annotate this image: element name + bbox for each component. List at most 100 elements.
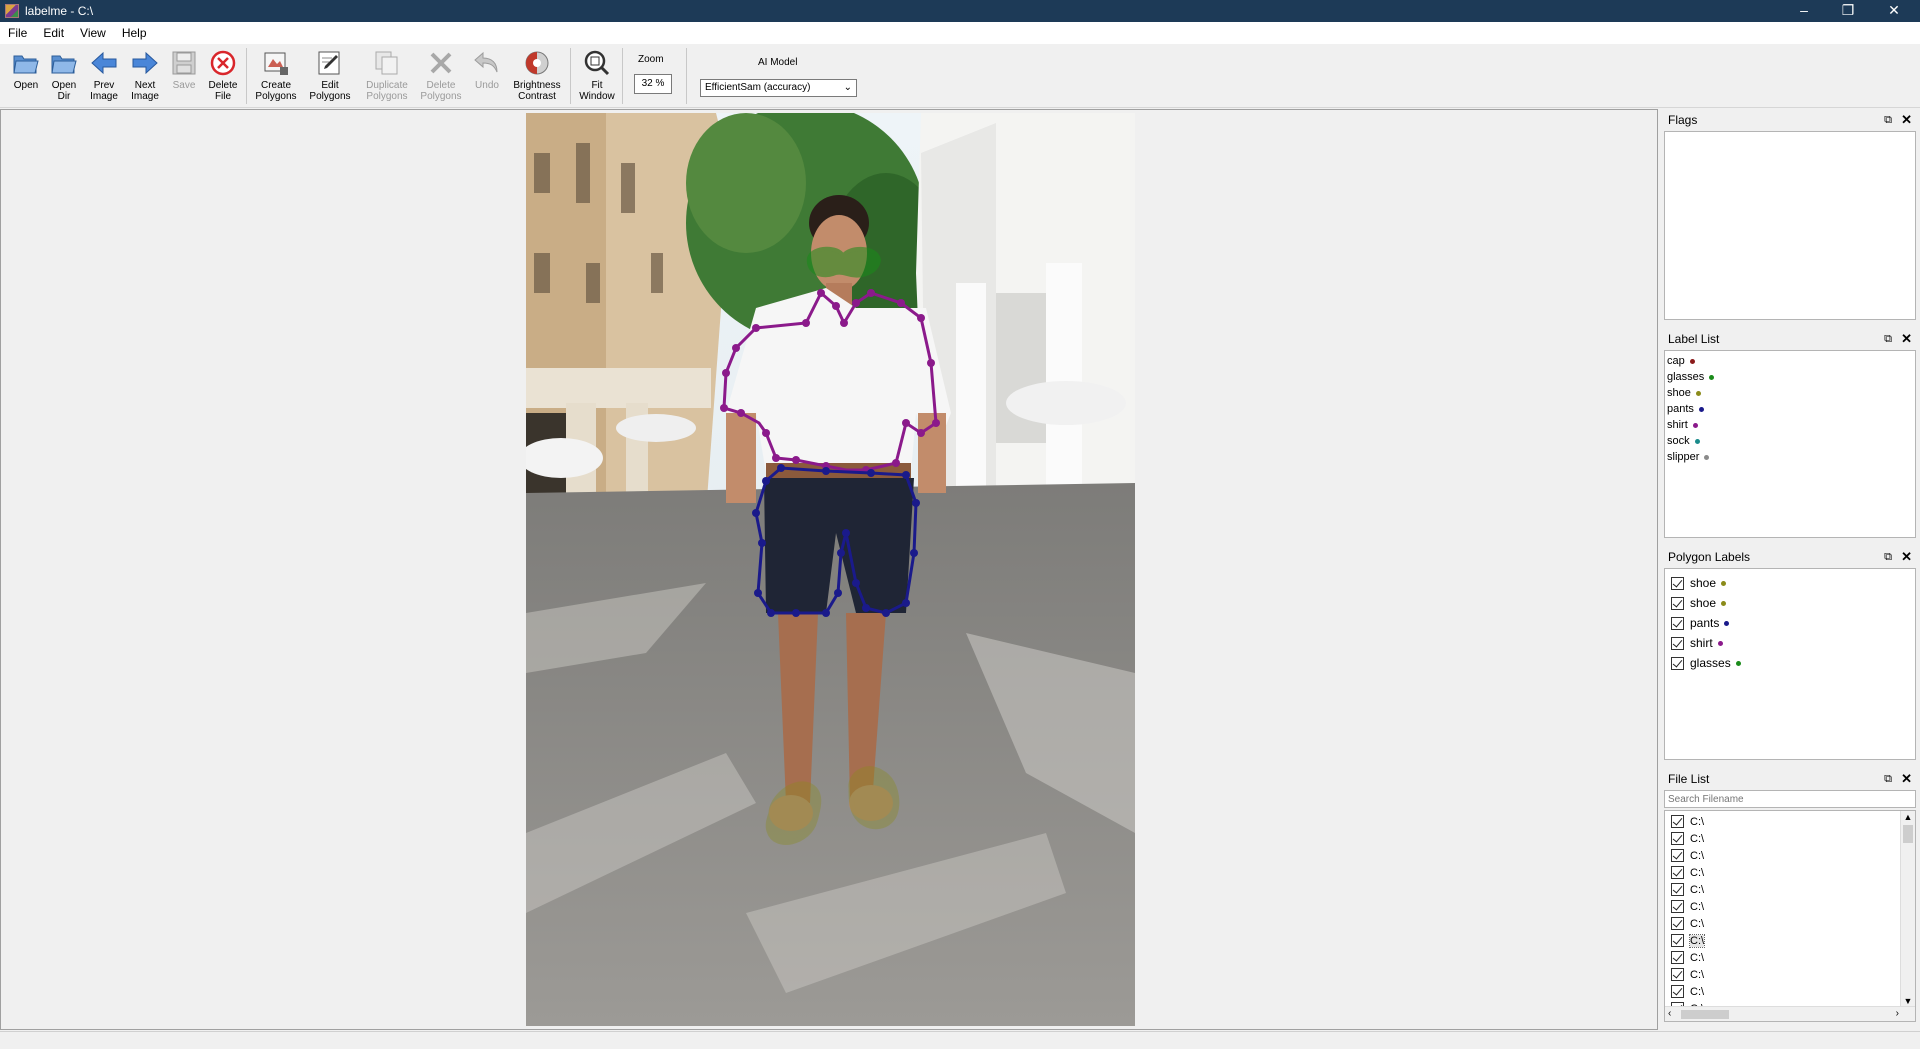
- scroll-right-icon[interactable]: ›: [1896, 1008, 1899, 1019]
- checkbox[interactable]: [1671, 883, 1684, 896]
- scrollbar-thumb[interactable]: [1903, 825, 1913, 843]
- label-item[interactable]: glasses: [1665, 369, 1915, 385]
- polygon-label-item[interactable]: pants: [1665, 613, 1915, 633]
- checkbox[interactable]: [1671, 636, 1684, 650]
- folder-icon: [49, 48, 79, 78]
- delete-polygons-button[interactable]: Delete Polygons: [418, 48, 464, 102]
- label-item[interactable]: pants: [1665, 401, 1915, 417]
- checkbox[interactable]: [1671, 934, 1684, 947]
- checkbox[interactable]: [1671, 849, 1684, 862]
- file-list-item[interactable]: C:\: [1665, 813, 1915, 830]
- checkbox[interactable]: [1671, 596, 1684, 610]
- vertical-scrollbar[interactable]: ▲ ▼: [1900, 811, 1915, 1007]
- menu-view[interactable]: View: [72, 26, 114, 40]
- horizontal-scrollbar[interactable]: ‹ ›: [1665, 1006, 1915, 1021]
- checkbox[interactable]: [1671, 656, 1684, 670]
- zoom-fit-icon: [582, 48, 612, 78]
- annotated-image: [526, 113, 1135, 1026]
- file-list-item[interactable]: C:\: [1665, 830, 1915, 847]
- label-list-title: Label List: [1668, 332, 1720, 346]
- toolbar-separator: [570, 48, 571, 104]
- close-icon[interactable]: ✕: [1901, 546, 1912, 568]
- open-button[interactable]: Open: [10, 48, 42, 91]
- flags-panel[interactable]: [1664, 131, 1916, 320]
- image-canvas[interactable]: [0, 109, 1658, 1030]
- chevron-down-icon: ⌄: [843, 82, 852, 93]
- color-dot-icon: [1724, 620, 1730, 626]
- file-list-item[interactable]: C:\: [1665, 864, 1915, 881]
- scroll-left-icon[interactable]: ‹: [1668, 1008, 1671, 1019]
- close-icon[interactable]: ✕: [1901, 768, 1912, 790]
- label-item[interactable]: sock: [1665, 433, 1915, 449]
- duplicate-icon: [372, 48, 402, 78]
- checkbox[interactable]: [1671, 951, 1684, 964]
- file-list-item[interactable]: C:\: [1665, 949, 1915, 966]
- checkbox[interactable]: [1671, 616, 1684, 630]
- menu-file[interactable]: File: [0, 26, 35, 40]
- label-item[interactable]: shoe: [1665, 385, 1915, 401]
- file-list-item[interactable]: C:\: [1665, 898, 1915, 915]
- menu-help[interactable]: Help: [114, 26, 155, 40]
- prev-image-button[interactable]: Prev Image: [86, 48, 122, 102]
- save-button[interactable]: Save: [168, 48, 200, 91]
- file-list-item[interactable]: C:\: [1665, 847, 1915, 864]
- label-item[interactable]: shirt: [1665, 417, 1915, 433]
- brightness-contrast-icon: [522, 48, 552, 78]
- checkbox[interactable]: [1671, 917, 1684, 930]
- duplicate-polygons-button[interactable]: Duplicate Polygons: [361, 48, 413, 102]
- file-list-item[interactable]: C:\: [1665, 966, 1915, 983]
- scroll-up-icon[interactable]: ▲: [1901, 811, 1915, 823]
- checkbox[interactable]: [1671, 968, 1684, 981]
- file-list-item[interactable]: C:\: [1665, 915, 1915, 932]
- file-list: C:\ C:\ C:\ C:\ C:\ C:\ C:\ C:\ C:\ C:\ …: [1664, 810, 1916, 1022]
- open-dir-button[interactable]: Open Dir: [48, 48, 80, 102]
- search-filename-input[interactable]: [1664, 790, 1916, 808]
- edit-polygons-button[interactable]: Edit Polygons: [306, 48, 354, 102]
- polygon-label-item[interactable]: shoe: [1665, 593, 1915, 613]
- menu-bar: File Edit View Help: [0, 22, 1920, 44]
- close-icon[interactable]: ✕: [1901, 109, 1912, 131]
- float-dock-icon[interactable]: ⧉: [1884, 328, 1892, 350]
- flags-dock: Flags ⧉ ✕: [1662, 109, 1918, 322]
- checkbox[interactable]: [1671, 866, 1684, 879]
- float-dock-icon[interactable]: ⧉: [1884, 109, 1892, 131]
- label-item[interactable]: slipper: [1665, 449, 1915, 465]
- color-dot-icon: [1721, 580, 1727, 586]
- file-list-dock: File List ⧉ ✕ C:\ C:\ C:\ C:\ C:\ C:\ C:…: [1662, 768, 1918, 1031]
- toolbar-separator: [686, 48, 687, 104]
- polygon-label-item[interactable]: glasses: [1665, 653, 1915, 673]
- float-dock-icon[interactable]: ⧉: [1884, 768, 1892, 790]
- close-window-button[interactable]: ✕: [1872, 0, 1916, 22]
- file-list-rows: C:\ C:\ C:\ C:\ C:\ C:\ C:\ C:\ C:\ C:\ …: [1665, 811, 1915, 1017]
- create-polygon-icon: [261, 48, 291, 78]
- hscrollbar-thumb[interactable]: [1681, 1010, 1729, 1019]
- checkbox[interactable]: [1671, 900, 1684, 913]
- brightness-contrast-button[interactable]: Brightness Contrast: [510, 48, 564, 102]
- file-list-header: File List ⧉ ✕: [1662, 768, 1918, 790]
- checkbox[interactable]: [1671, 576, 1684, 590]
- create-polygons-button[interactable]: Create Polygons: [252, 48, 300, 102]
- color-dot-icon: [1721, 600, 1727, 606]
- ai-model-select[interactable]: EfficientSam (accuracy) ⌄: [700, 79, 857, 97]
- file-list-item[interactable]: C:\: [1665, 881, 1915, 898]
- checkbox[interactable]: [1671, 985, 1684, 998]
- file-list-item[interactable]: C:\: [1665, 983, 1915, 1000]
- label-item[interactable]: cap: [1665, 353, 1915, 369]
- float-dock-icon[interactable]: ⧉: [1884, 546, 1892, 568]
- next-image-button[interactable]: Next Image: [127, 48, 163, 102]
- zoom-input[interactable]: 32 %: [634, 74, 672, 94]
- polygon-label-item[interactable]: shoe: [1665, 573, 1915, 593]
- undo-button[interactable]: Undo: [471, 48, 503, 91]
- restore-button[interactable]: ❐: [1826, 0, 1870, 22]
- arrow-left-icon: [89, 48, 119, 78]
- file-list-item-selected[interactable]: C:\: [1665, 932, 1915, 949]
- delete-file-button[interactable]: Delete File: [206, 48, 240, 102]
- fit-window-button[interactable]: Fit Window: [577, 48, 617, 102]
- menu-edit[interactable]: Edit: [35, 26, 72, 40]
- checkbox[interactable]: [1671, 832, 1684, 845]
- close-icon[interactable]: ✕: [1901, 328, 1912, 350]
- title-bar: labelme - C:\ – ❐ ✕: [0, 0, 1920, 22]
- checkbox[interactable]: [1671, 815, 1684, 828]
- polygon-label-item[interactable]: shirt: [1665, 633, 1915, 653]
- minimize-button[interactable]: –: [1782, 0, 1826, 22]
